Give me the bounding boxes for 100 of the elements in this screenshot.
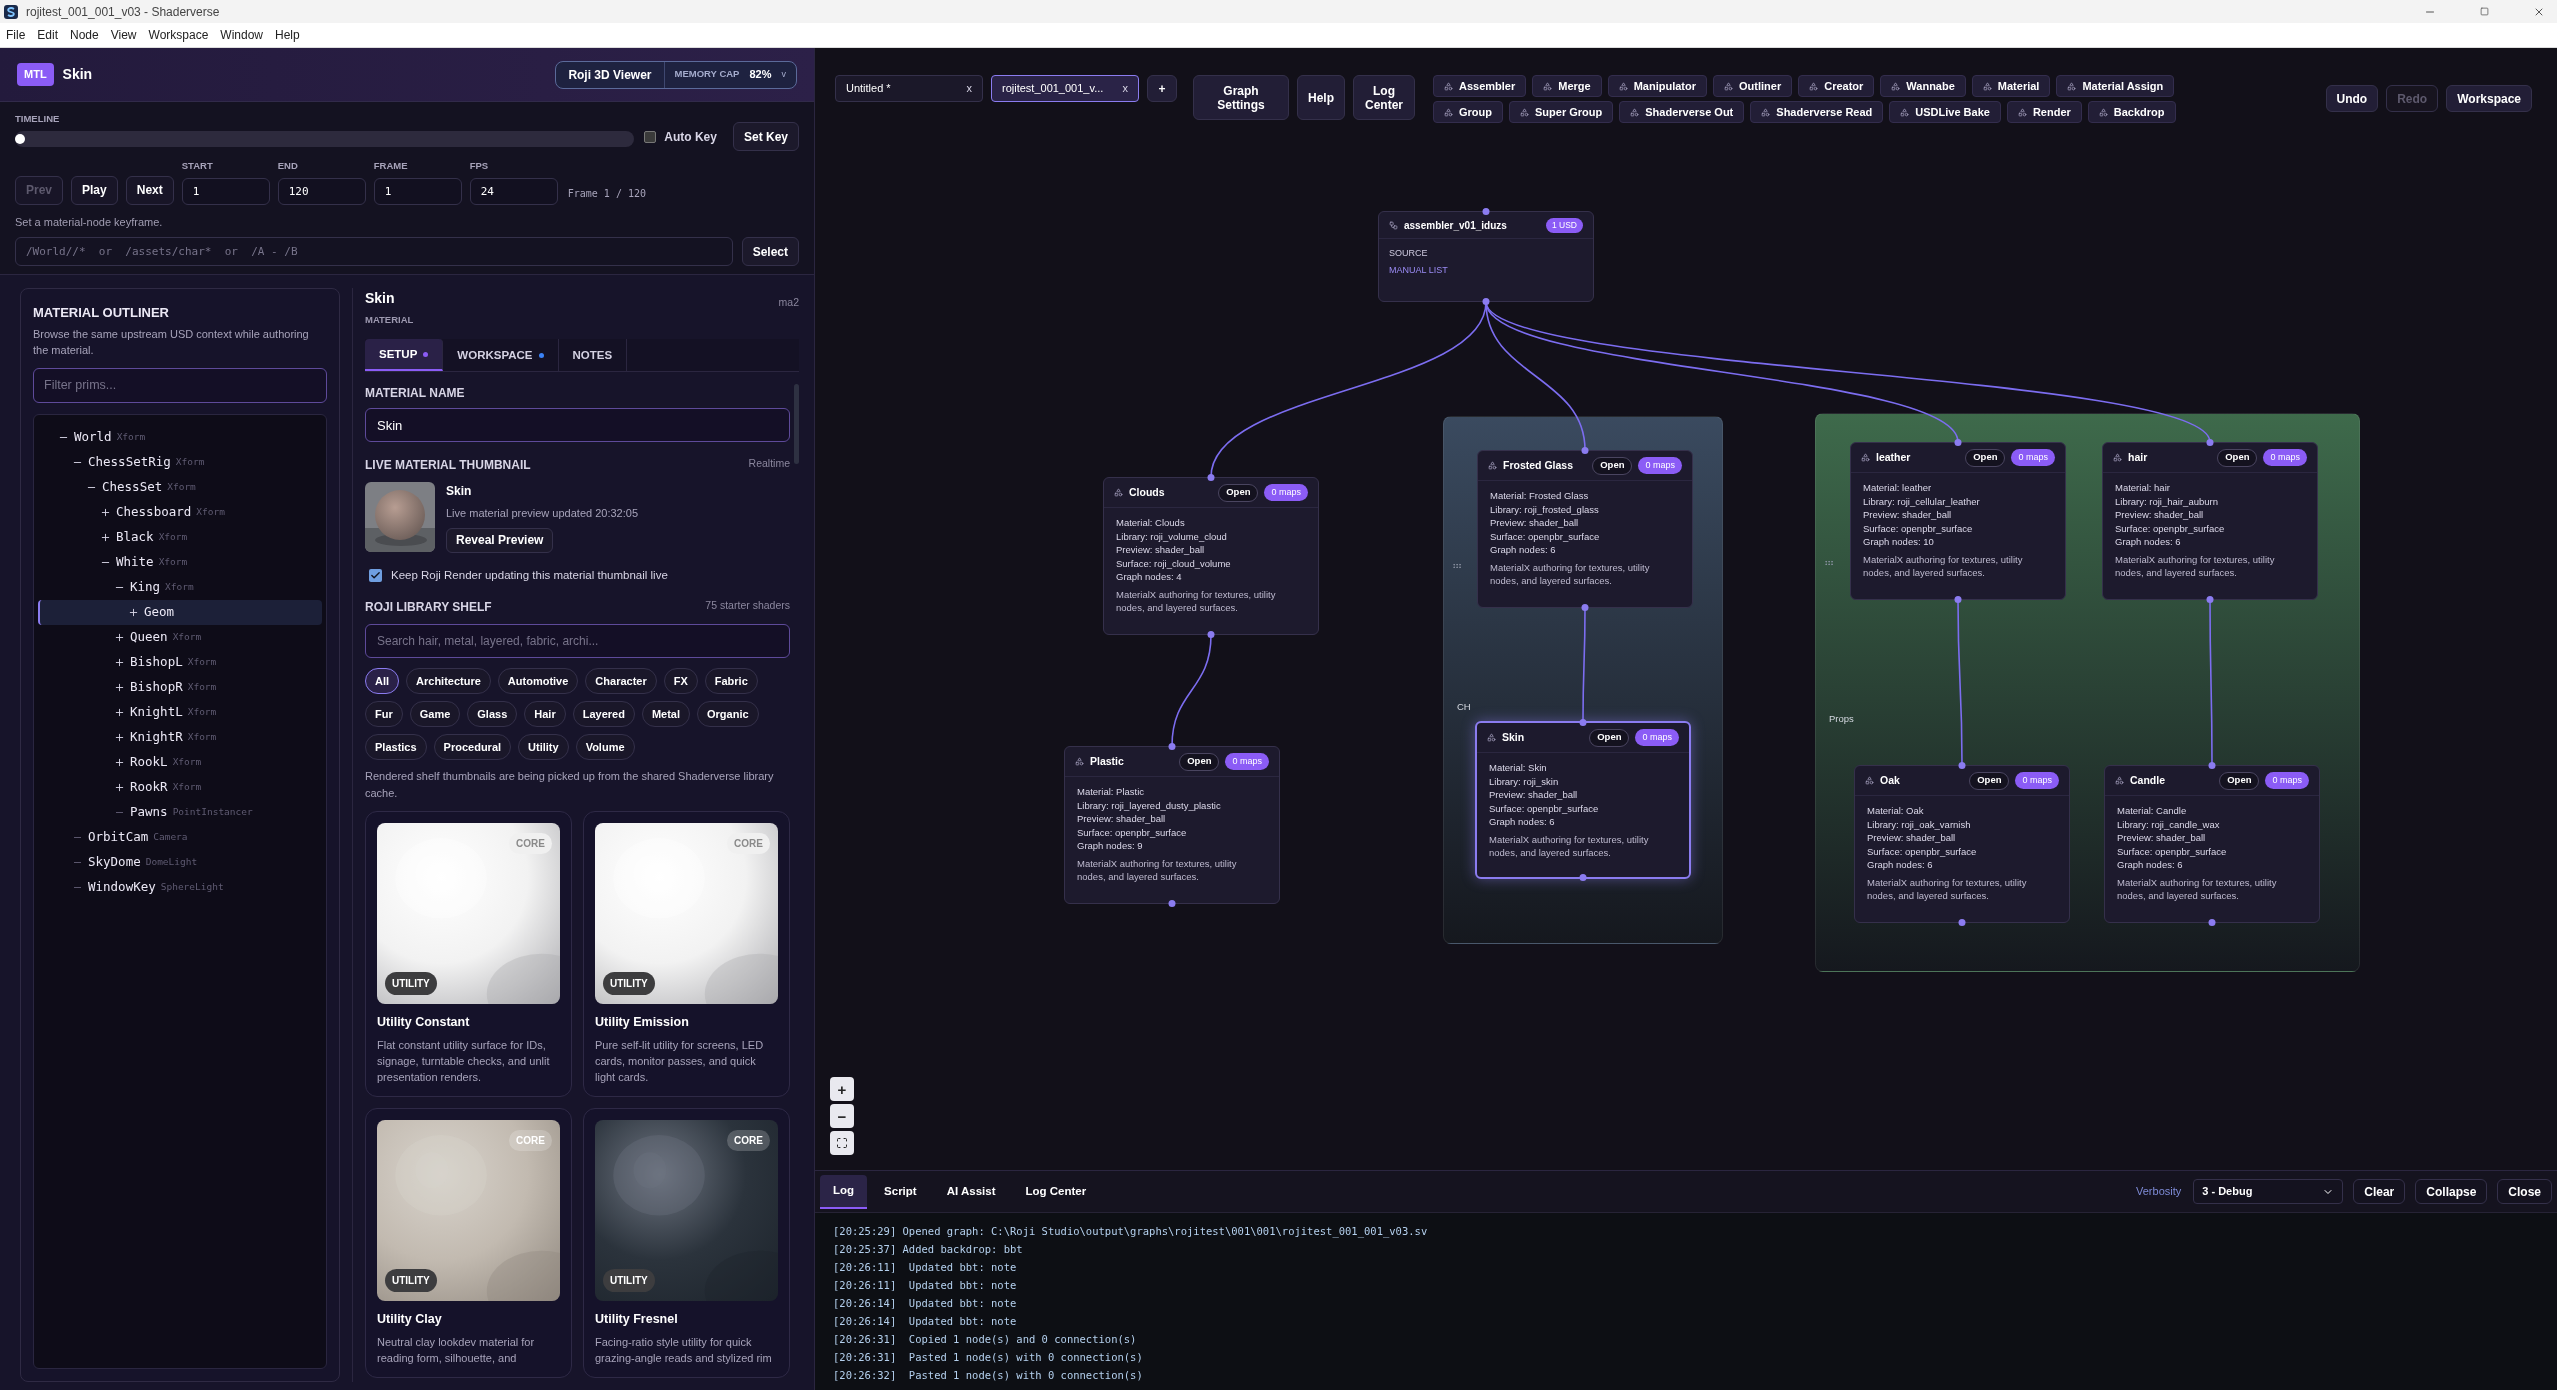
filter-chip[interactable]: All xyxy=(365,668,400,694)
fit-view-button[interactable] xyxy=(830,1131,854,1155)
log-button[interactable]: Clear xyxy=(2353,1179,2406,1204)
node-palette-button[interactable]: Outliner xyxy=(1713,75,1793,97)
node-palette-button[interactable]: Merge xyxy=(1532,75,1602,97)
open-button[interactable]: Open xyxy=(1179,752,1220,771)
node-palette-button[interactable]: Render xyxy=(2006,101,2082,123)
expand-icon[interactable] xyxy=(114,731,125,743)
shader-card[interactable]: CORE UTILITY Utility Clay Neutral clay lookdev material for reading form, silhouette, and xyxy=(365,1107,572,1378)
shelf-search-field[interactable]: Search hair, metal, layered, fabric, archi... xyxy=(365,624,790,658)
log-tab[interactable]: Log xyxy=(820,1174,868,1209)
history-button[interactable]: Undo xyxy=(2325,85,2379,112)
open-button[interactable]: Open xyxy=(2219,771,2260,790)
checkbox[interactable] xyxy=(644,130,657,143)
node-palette-button[interactable]: Creator xyxy=(1798,75,1875,97)
tab[interactable]: SETUP xyxy=(365,339,444,372)
toolbar-button[interactable]: Help xyxy=(1297,75,1345,120)
node-palette-button[interactable]: USDLive Bake xyxy=(1889,101,2001,123)
open-button[interactable]: Open xyxy=(1592,456,1633,475)
toolbar-button[interactable]: Log Center xyxy=(1353,75,1415,120)
node-palette-button[interactable]: Shaderverse Read xyxy=(1750,101,1884,123)
menu-item[interactable]: View xyxy=(110,26,137,44)
tree-item[interactable]: KnightL Xform xyxy=(38,699,322,725)
number-field[interactable]: 1 xyxy=(373,177,462,205)
tree-item[interactable]: Black Xform xyxy=(38,524,322,550)
tab[interactable]: WORKSPACE xyxy=(443,339,559,372)
playback-button[interactable]: Next xyxy=(125,175,174,205)
node-palette-button[interactable]: Shaderverse Out xyxy=(1619,101,1745,123)
grip-icon[interactable] xyxy=(1452,561,1462,571)
material-node[interactable]: Oak Open 0 maps Material: Oak Library: roji_oak_varnish Preview: shader_ball Surface: openpbr_surface Graph nodes: 6 MaterialX authoring for textures, utility nodes, and layered surfaces. xyxy=(1854,765,2070,923)
material-node[interactable] xyxy=(1850,442,2066,600)
log-tab[interactable]: Log Center xyxy=(1012,1174,1100,1209)
node-palette-button[interactable]: Wannabe xyxy=(1880,75,1966,97)
node-palette-button[interactable]: Backdrop xyxy=(2087,101,2176,123)
timeline-slider[interactable] xyxy=(15,131,635,148)
filter-chip[interactable]: Architecture xyxy=(406,668,491,694)
filter-chip[interactable]: Glass xyxy=(467,701,518,727)
material-node[interactable]: Candle Open 0 maps Material: Candle Library: roji_candle_wax Preview: shader_ball Surface: openpbr_surface Graph nodes: 6 MaterialX authoring for textures, utility nodes, and layered surfaces. xyxy=(2104,765,2320,923)
filter-chip[interactable]: Plastics xyxy=(365,734,427,760)
filter-field[interactable]: Filter prims... xyxy=(33,367,327,403)
filter-chip[interactable]: Fur xyxy=(365,701,403,727)
filter-chip[interactable]: Layered xyxy=(572,701,635,727)
viewer-button[interactable]: Roji 3D Viewer xyxy=(556,61,665,88)
expand-icon[interactable] xyxy=(114,781,125,793)
tab-close-button[interactable]: x xyxy=(1122,80,1128,97)
add-tab-button[interactable]: + xyxy=(1147,75,1177,102)
material-node[interactable] xyxy=(1064,746,1280,904)
filter-chip[interactable]: FX xyxy=(663,668,698,694)
graph-tab[interactable]: rojitest_001_001_v... x xyxy=(991,75,1139,102)
node-palette-button[interactable]: Material xyxy=(1971,75,2051,97)
open-button[interactable]: Open xyxy=(1965,448,2006,467)
tree-item[interactable]: BishopL Xform xyxy=(38,649,322,675)
node-palette-button[interactable]: Super Group xyxy=(1509,101,1614,123)
menu-item[interactable]: Workspace xyxy=(148,26,209,44)
maximize-icon[interactable] xyxy=(2480,7,2489,16)
expand-icon[interactable] xyxy=(114,631,125,643)
expand-icon[interactable] xyxy=(114,706,125,718)
material-node[interactable]: Skin Open 0 maps Material: Skin Library: roji_skin Preview: shader_ball Surface: openpbr_surface Graph nodes: 6 MaterialX authoring for textures, utility nodes, and layered surfaces. xyxy=(1475,721,1691,879)
material-name-field[interactable]: Skin xyxy=(365,408,790,443)
shader-card[interactable]: CORE UTILITY Utility Emission Pure self-lit utility for screens, LED cards, monitor passes, and quick light cards. xyxy=(583,811,790,1097)
menu-item[interactable]: Help xyxy=(275,26,300,44)
tree-item[interactable]: SkyDome DomeLight xyxy=(38,849,322,875)
filter-chip[interactable]: Automotive xyxy=(497,668,579,694)
shader-card[interactable]: CORE UTILITY Utility Fresnel Facing-ratio style utility for quick grazing-angle reads and stylized rim xyxy=(583,1107,790,1378)
expand-icon[interactable] xyxy=(114,656,125,668)
number-field[interactable]: 24 xyxy=(469,177,558,205)
log-tab[interactable]: Script xyxy=(871,1174,930,1209)
assembler-node[interactable]: assembler_v01_iduzs 1 USD SOURCE MANUAL LIST xyxy=(1378,211,1594,302)
tree-item[interactable]: KnightR Xform xyxy=(38,724,322,750)
tree-item[interactable]: RookL Xform xyxy=(38,749,322,775)
toolbar-button[interactable]: Graph Settings xyxy=(1193,75,1289,120)
filter-chip[interactable]: Character xyxy=(585,668,657,694)
reveal-preview-button[interactable]: Reveal Preview xyxy=(446,527,554,553)
shader-card[interactable]: CORE UTILITY Utility Constant Flat constant utility surface for IDs, signage, turntable checks, and unlit presentation renders. xyxy=(365,811,572,1097)
path-field[interactable]: /World//* or /assets/char* or /A - /B xyxy=(15,237,733,266)
node-palette-button[interactable]: Assembler xyxy=(1433,75,1527,97)
verbosity-select[interactable]: 3 - Debug xyxy=(2193,1179,2344,1204)
zoom-button[interactable]: − xyxy=(830,1104,854,1128)
node-palette-button[interactable]: Group xyxy=(1433,101,1503,123)
menu-item[interactable]: Node xyxy=(70,26,99,44)
log-button[interactable]: Close xyxy=(2497,1179,2552,1204)
workspace-button[interactable]: Workspace xyxy=(2446,85,2532,112)
filter-chip[interactable]: Volume xyxy=(575,734,635,760)
material-node[interactable] xyxy=(1477,450,1693,608)
expand-icon[interactable] xyxy=(114,756,125,768)
number-field[interactable]: 120 xyxy=(277,177,366,205)
material-node[interactable]: hair Open 0 maps Material: hair Library: roji_hair_auburn Preview: shader_ball Surface: openpbr_surface Graph nodes: 6 MaterialX authoring for textures, utility nodes, and layered surfaces. xyxy=(2102,442,2318,600)
log-tab[interactable]: AI Assist xyxy=(933,1174,1009,1209)
expand-icon[interactable] xyxy=(100,506,111,518)
expand-icon[interactable] xyxy=(128,606,139,618)
memory-cap-dropdown[interactable]: MEMORY CAP 82% v xyxy=(664,61,796,88)
grip-icon[interactable] xyxy=(1824,558,1834,568)
filter-chip[interactable]: Procedural xyxy=(433,734,512,760)
filter-chip[interactable]: Metal xyxy=(641,701,690,727)
material-node[interactable]: Clouds Open 0 maps Material: Clouds Library: roji_volume_cloud Preview: shader_ball Surface: roji_cloud_volume Graph nodes: 4 MaterialX authoring for textures, utility nodes, and layered surfaces. xyxy=(1103,477,1319,635)
tree-item[interactable]: OrbitCam Camera xyxy=(38,824,322,850)
log-button[interactable]: Collapse xyxy=(2415,1179,2488,1204)
slider-thumb[interactable] xyxy=(15,134,25,145)
tab[interactable]: NOTES xyxy=(558,339,628,372)
tree-item[interactable]: Geom xyxy=(38,599,322,625)
